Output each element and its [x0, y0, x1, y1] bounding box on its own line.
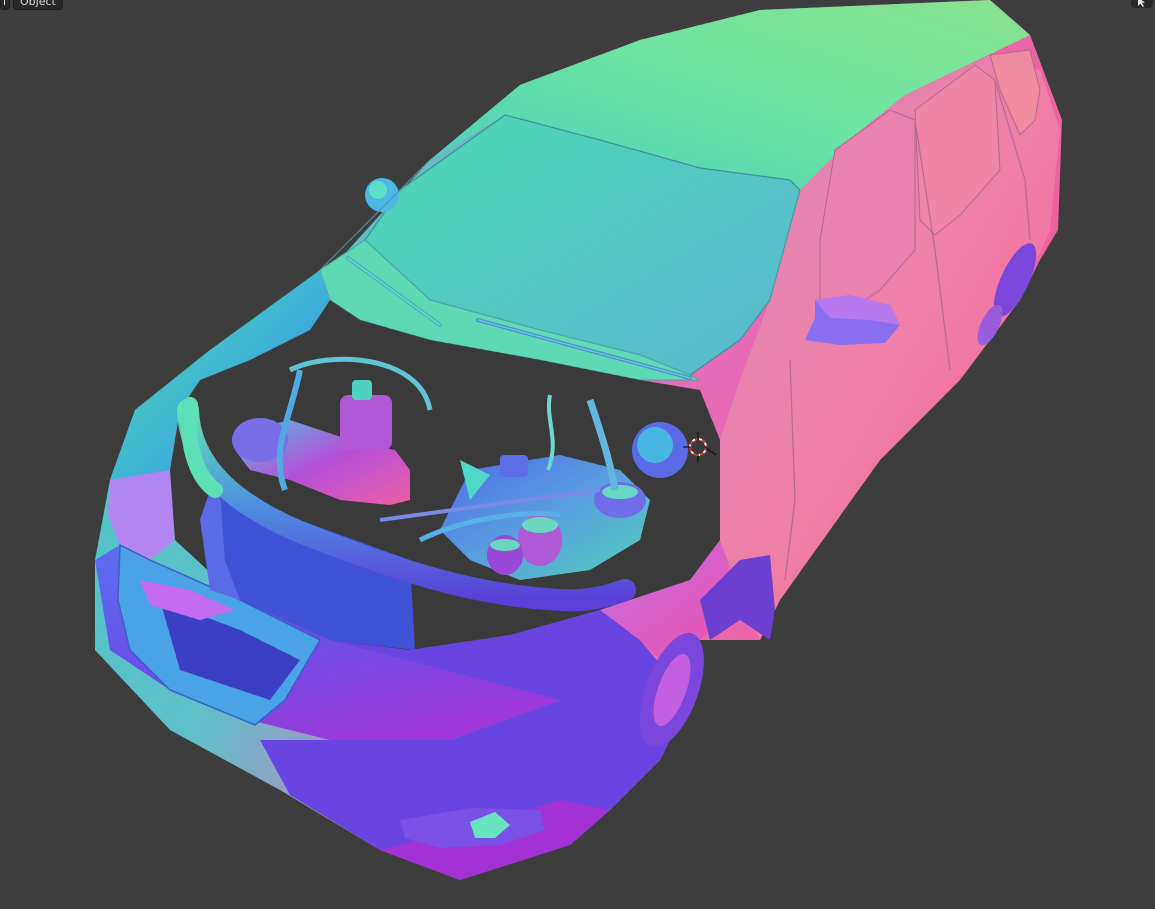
- car-model-render: [95, 0, 1062, 880]
- mode-dropdown[interactable]: l: [0, 0, 10, 10]
- select-tool[interactable]: [1131, 0, 1153, 8]
- fluid-bottle: [340, 395, 392, 450]
- cursor-arrow-icon: [1138, 0, 1145, 7]
- object-menu[interactable]: Object: [13, 0, 63, 10]
- 3d-viewport[interactable]: l Object: [0, 0, 1155, 909]
